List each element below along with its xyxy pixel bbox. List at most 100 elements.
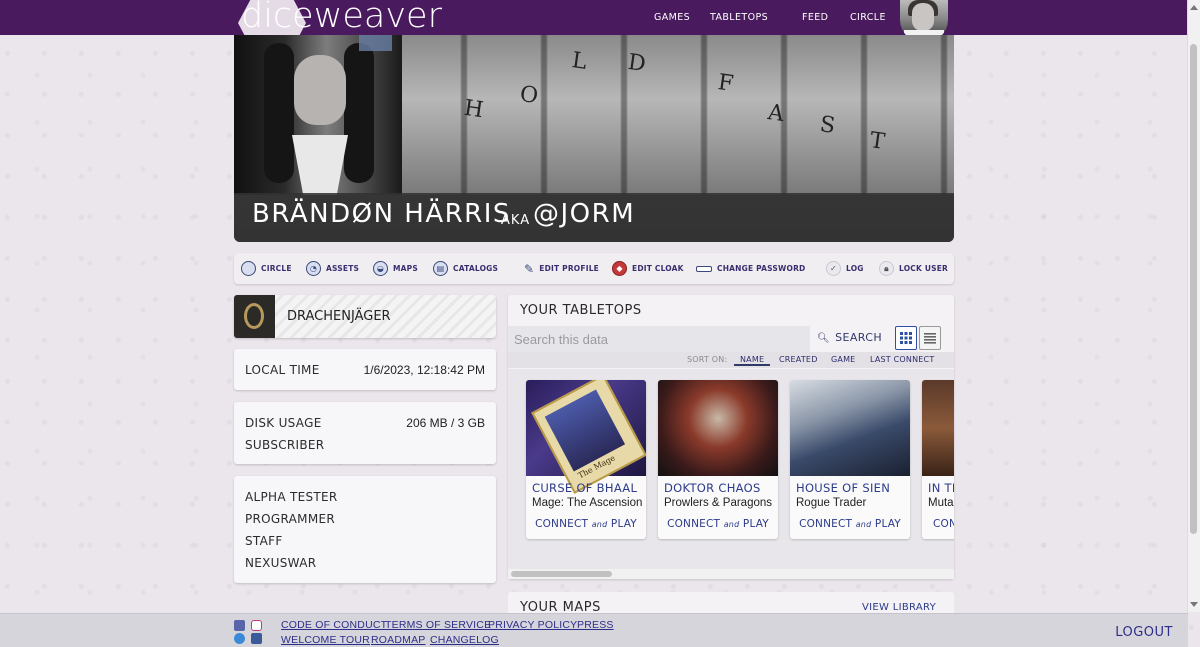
local-time-label: LOCAL TIME [245, 363, 320, 377]
tabletop-game: Mage: The Ascension [532, 497, 643, 509]
grid-view-toggle[interactable] [895, 326, 917, 350]
group-avatar [234, 295, 275, 338]
disk-usage-value: 206 MB / 3 GB [406, 416, 485, 430]
footer-changelog[interactable]: CHANGELOG [430, 634, 499, 646]
tabletop-title[interactable]: CURSE OF BHAAL [532, 481, 637, 495]
footer-privacy-policy[interactable]: PRIVACY POLICY [488, 619, 577, 631]
connect-and-play-button[interactable]: CONNECT and PLAY [790, 518, 910, 530]
sort-created[interactable]: CREATED [779, 355, 818, 364]
action-circle[interactable]: CIRCLE [241, 253, 292, 284]
action-log[interactable]: ✓ LOG [826, 253, 864, 284]
site-logo[interactable]: diceweaver [241, 0, 442, 36]
pencil-icon: ✎ [524, 261, 535, 276]
catalog-icon: ▤ [433, 261, 448, 276]
site-footer: CODE OF CONDUCT TERMS OF SERVICE PRIVACY… [0, 613, 1188, 647]
tabletop-art: The Mage [526, 380, 646, 494]
profile-action-bar: CIRCLE ◔ ASSETS ◒ MAPS ▤ CATALOGS ✎ EDIT PRO… [234, 253, 954, 284]
tabletops-search-input[interactable] [508, 326, 810, 352]
tabletops-panel: YOUR TABLETOPS 🔍︎SEARCH SORT ON: NAME CR… [508, 295, 954, 579]
search-button[interactable]: 🔍︎ SEARCH [817, 331, 882, 344]
nav-feed[interactable]: FEED [802, 12, 828, 23]
sort-game[interactable]: GAME [831, 355, 855, 364]
instagram-icon[interactable] [251, 620, 262, 631]
tabletop-art [922, 380, 954, 476]
profile-name: BRÄNDØN HÄRRIS [252, 199, 511, 229]
profile-portrait [234, 35, 402, 195]
tabletop-card[interactable]: DOKTOR CHAOS Prowlers & Paragons CONNECT… [658, 380, 778, 539]
nav-tabletops[interactable]: TABLETOPS [710, 12, 768, 23]
cloak-icon: ◆ [612, 261, 627, 276]
log-icon: ✓ [826, 261, 841, 276]
maps-panel: YOUR MAPS VIEW LIBRARY [508, 592, 954, 615]
scroll-down-icon[interactable] [1190, 602, 1198, 607]
connect-and-play-button[interactable]: CONNECT and PLAY [658, 518, 778, 530]
tabletop-title[interactable]: IN THE [928, 481, 954, 495]
local-time-card: LOCAL TIME 1/6/2023, 12:18:42 PM [234, 349, 496, 390]
list-icon [924, 332, 936, 344]
connect-and-play-button[interactable]: CONNECT and PLAY [526, 518, 646, 530]
action-lock-user[interactable]: 🔒︎ LOCK USER [879, 253, 948, 284]
grid-icon [900, 332, 912, 344]
sort-last-connect[interactable]: LAST CONNECT [870, 355, 934, 364]
tabletop-card[interactable]: HOUSE OF SIEN Rogue Trader CONNECT and P… [790, 380, 910, 539]
footer-welcome-tour[interactable]: WELCOME TOUR [281, 634, 370, 646]
nav-circle[interactable]: CIRCLE [850, 12, 886, 23]
tabletop-card[interactable]: The Mage CURSE OF BHAAL Mage: The Ascens… [526, 380, 646, 539]
tabletops-grid: The Mage CURSE OF BHAAL Mage: The Ascens… [508, 369, 954, 569]
action-maps[interactable]: ◒ MAPS [373, 253, 418, 284]
role-item: NEXUSWAR [245, 556, 317, 570]
footer-roadmap[interactable]: ROADMAP [371, 634, 426, 646]
tabletop-game: Prowlers & Paragons [664, 497, 773, 509]
disk-usage-card: DISK USAGE 206 MB / 3 GB SUBSCRIBER [234, 402, 496, 464]
footer-terms-of-service[interactable]: TERMS OF SERVICE [385, 619, 491, 631]
role-item: PROGRAMMER [245, 512, 336, 526]
tabletop-title[interactable]: DOKTOR CHAOS [664, 481, 761, 495]
sort-bar: SORT ON: NAME CREATED GAME LAST CONNECT [508, 352, 954, 368]
search-icon: 🔍︎ [817, 333, 831, 344]
action-edit-cloak[interactable]: ◆ EDIT CLOAK [612, 253, 684, 284]
top-nav: diceweaver GAMES TABLETOPS FEED CIRCLE [0, 0, 1188, 46]
list-view-toggle[interactable] [919, 326, 941, 350]
action-change-password[interactable]: CHANGE PASSWORD [696, 253, 805, 284]
password-icon [696, 265, 712, 272]
tabletops-title: YOUR TABLETOPS [520, 303, 642, 318]
action-assets[interactable]: ◔ ASSETS [306, 253, 359, 284]
page-scrollbar[interactable] [1187, 0, 1200, 612]
twitter-icon[interactable] [234, 633, 245, 644]
sort-label: SORT ON: [687, 355, 728, 364]
profile-banner: H O L D F A S T BRÄNDØN HÄRRIS AKA @JORM [234, 35, 954, 242]
profile-handle: @JORM [533, 199, 636, 229]
role-item: ALPHA TESTER [245, 490, 338, 504]
footer-press[interactable]: PRESS [577, 619, 614, 631]
group-card[interactable]: DRACHENJÄGER [234, 295, 496, 338]
tabletop-game: Rogue Trader [796, 497, 867, 509]
scrollbar-thumb[interactable] [511, 571, 612, 577]
circle-icon [241, 261, 256, 276]
connect-and-play-button[interactable]: CONNECT [922, 518, 954, 530]
action-catalogs[interactable]: ▤ CATALOGS [433, 253, 498, 284]
assets-icon: ◔ [306, 261, 321, 276]
view-library-link[interactable]: VIEW LIBRARY [862, 602, 936, 613]
tabletop-game: Muta [928, 497, 954, 509]
disk-usage-label: DISK USAGE [245, 416, 322, 430]
lock-icon: 🔒︎ [879, 261, 894, 276]
facebook-icon[interactable] [251, 633, 262, 644]
logout-button[interactable]: LOGOUT [1115, 625, 1173, 640]
discord-icon[interactable] [234, 620, 245, 631]
banner-cover-image: H O L D F A S T [402, 35, 954, 195]
tabletop-card[interactable]: IN THE Muta CONNECT [922, 380, 954, 539]
sort-name[interactable]: NAME [734, 355, 771, 366]
subscriber-label: SUBSCRIBER [245, 438, 325, 452]
local-time-value: 1/6/2023, 12:18:42 PM [363, 363, 485, 377]
tabletops-scrollbar[interactable] [508, 569, 954, 579]
tabletop-title[interactable]: HOUSE OF SIEN [796, 481, 890, 495]
scroll-up-icon[interactable] [1190, 5, 1198, 10]
action-edit-profile[interactable]: ✎ EDIT PROFILE [524, 253, 599, 284]
tabletop-art [790, 380, 910, 476]
scrollbar-thumb[interactable] [1190, 44, 1197, 534]
group-name: DRACHENJÄGER [287, 309, 391, 324]
profile-aka: AKA [501, 213, 531, 228]
footer-code-of-conduct[interactable]: CODE OF CONDUCT [281, 619, 387, 631]
nav-games[interactable]: GAMES [654, 12, 690, 23]
portrait-badge [359, 35, 392, 51]
